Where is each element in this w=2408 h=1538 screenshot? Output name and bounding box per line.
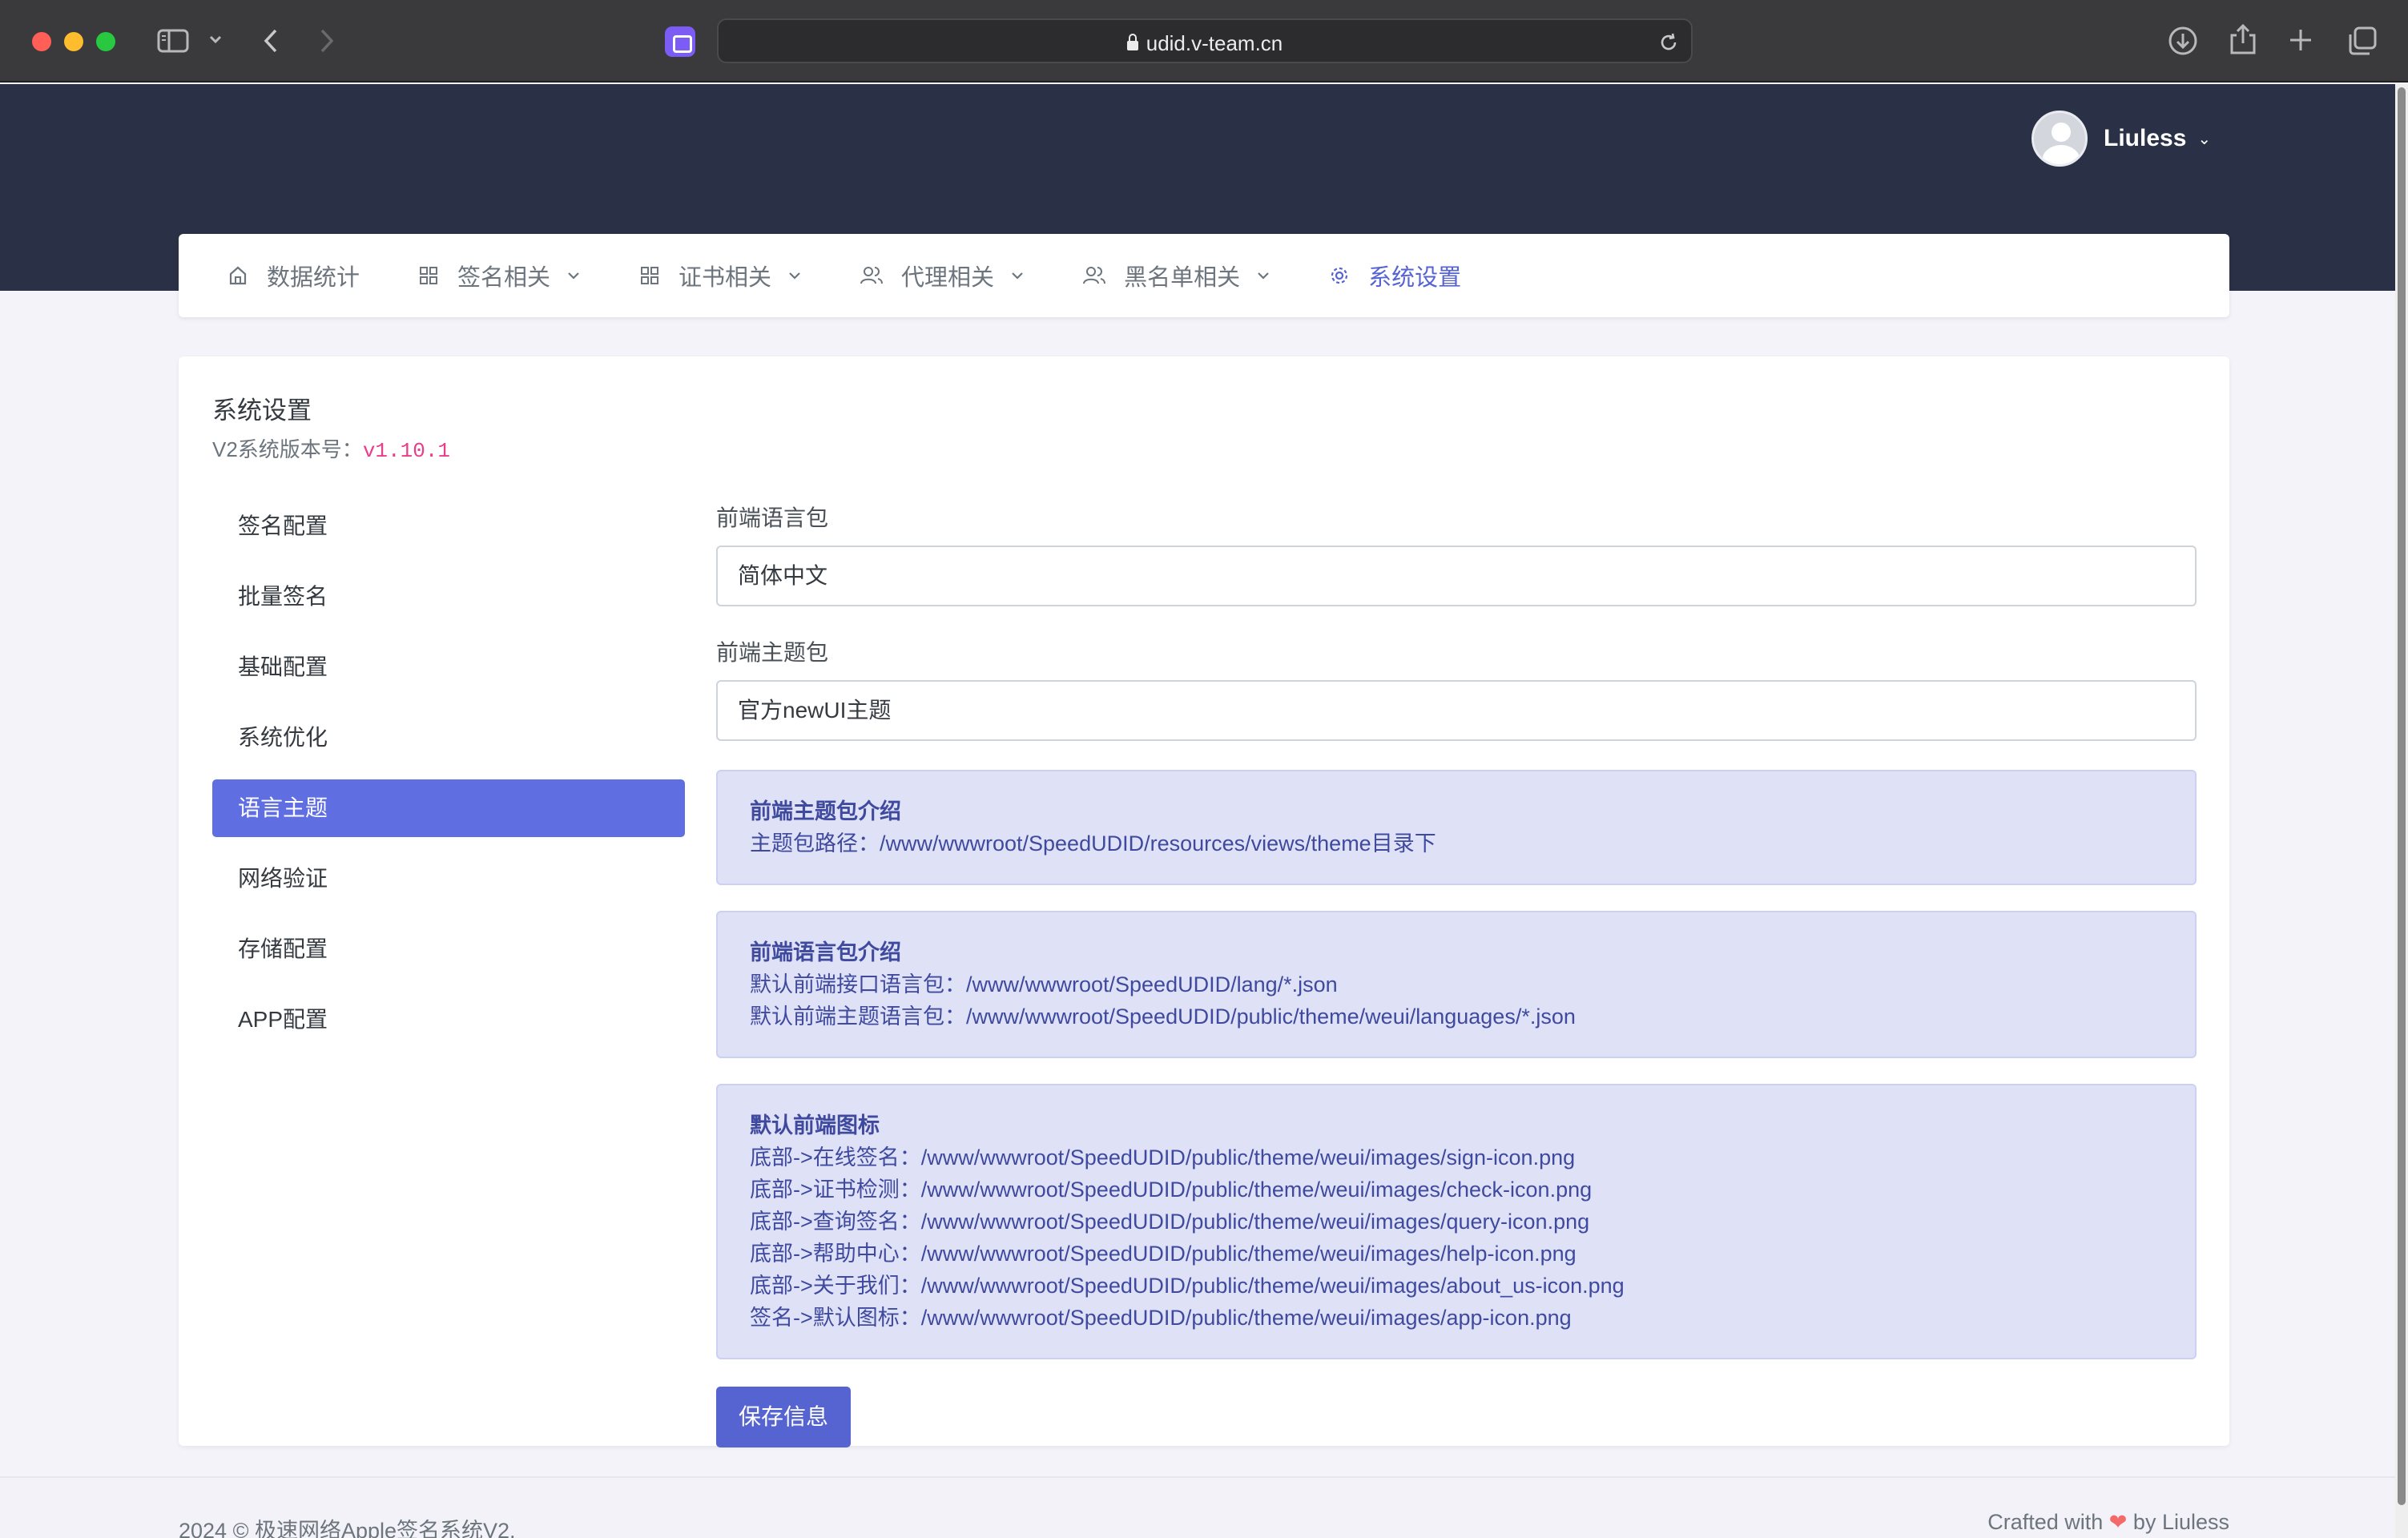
theme-info-box: 前端主题包介绍 主题包路径：/www/wwwroot/SpeedUDID/res… xyxy=(716,770,2197,885)
menu-item-sign[interactable]: 签名相关 xyxy=(417,259,581,292)
scrollbar-thumb[interactable] xyxy=(2398,87,2406,1505)
heart-icon: ❤ xyxy=(2108,1510,2128,1534)
info-line: 底部->在线签名：/www/wwwroot/SpeedUDID/public/t… xyxy=(750,1145,1576,1170)
version-info: V2系统版本号：v1.10.1 xyxy=(212,433,450,463)
side-nav-item-app-config[interactable]: APP配置 xyxy=(212,991,685,1049)
info-title: 前端主题包介绍 xyxy=(750,799,901,823)
page-scrollbar[interactable] xyxy=(2395,84,2408,1538)
side-nav-item-storage[interactable]: 存储配置 xyxy=(212,920,685,978)
menu-item-cert[interactable]: 证书相关 xyxy=(638,259,802,292)
settings-nav: 签名配置 批量签名 基础配置 系统优化 语言主题 网络验证 存储配置 APP配置 xyxy=(212,497,685,1061)
chevron-down-icon xyxy=(1010,271,1025,280)
close-window-button[interactable] xyxy=(32,32,51,51)
menu-item-label: 系统设置 xyxy=(1368,265,1462,291)
forward-icon[interactable] xyxy=(317,27,336,54)
extension-icon[interactable] xyxy=(665,26,695,57)
info-line: 底部->关于我们：/www/wwwroot/SpeedUDID/public/t… xyxy=(750,1274,1625,1298)
main-menu: 数据统计 签名相关 证书相关 代理相关 黑名单相关 系统设置 xyxy=(179,234,2229,317)
side-nav-item-language-theme[interactable]: 语言主题 xyxy=(212,779,685,837)
info-line: 默认前端主题语言包：/www/wwwroot/SpeedUDID/public/… xyxy=(750,1005,1576,1029)
menu-item-label: 签名相关 xyxy=(457,265,551,291)
reload-icon[interactable] xyxy=(1657,31,1680,58)
new-tab-icon[interactable] xyxy=(2288,27,2313,53)
gear-icon xyxy=(1328,264,1351,287)
language-pack-label: 前端语言包 xyxy=(716,505,829,530)
maximize-window-button[interactable] xyxy=(96,32,115,51)
grid-icon xyxy=(417,264,440,287)
language-pack-select[interactable]: 简体中文 xyxy=(716,546,2197,606)
info-title: 默认前端图标 xyxy=(750,1113,880,1137)
side-nav-item-batch-sign[interactable]: 批量签名 xyxy=(212,568,685,626)
side-nav-item-network-auth[interactable]: 网络验证 xyxy=(212,850,685,908)
version-label: V2系统版本号： xyxy=(212,437,363,461)
info-title: 前端语言包介绍 xyxy=(750,940,901,964)
menu-item-label: 证书相关 xyxy=(679,265,772,291)
copyright-text: 2024 © 极速网络Apple签名系统V2. xyxy=(179,1519,516,1538)
home-icon xyxy=(227,264,249,287)
side-nav-item-basic-config[interactable]: 基础配置 xyxy=(212,638,685,696)
side-nav-item-optimization[interactable]: 系统优化 xyxy=(212,709,685,767)
page-title: 系统设置 xyxy=(212,397,312,425)
info-line: 底部->证书检测：/www/wwwroot/SpeedUDID/public/t… xyxy=(750,1178,1593,1202)
users-icon xyxy=(860,264,884,287)
menu-item-settings[interactable]: 系统设置 xyxy=(1328,259,1461,292)
browser-toolbar: udid.v-team.cn xyxy=(0,0,2408,83)
menu-item-label: 代理相关 xyxy=(901,265,995,291)
address-bar[interactable]: udid.v-team.cn xyxy=(717,18,1693,63)
menu-item-dashboard[interactable]: 数据统计 xyxy=(227,259,360,292)
menu-item-blacklist[interactable]: 黑名单相关 xyxy=(1082,259,1270,292)
chevron-down-icon xyxy=(566,271,581,280)
chevron-down-icon: ⌄ xyxy=(2197,130,2212,148)
save-button[interactable]: 保存信息 xyxy=(716,1387,851,1447)
menu-item-label: 黑名单相关 xyxy=(1124,265,1241,291)
lock-icon xyxy=(1126,34,1138,50)
chevron-down-icon[interactable] xyxy=(208,34,223,45)
theme-pack-label: 前端主题包 xyxy=(716,640,829,665)
info-line: 默认前端接口语言包：/www/wwwroot/SpeedUDID/lang/*.… xyxy=(750,972,1338,996)
avatar xyxy=(2031,111,2088,167)
theme-pack-select[interactable]: 官方newUI主题 xyxy=(716,680,2197,741)
chevron-down-icon xyxy=(1256,271,1270,280)
info-line: 底部->帮助中心：/www/wwwroot/SpeedUDID/public/t… xyxy=(750,1242,1576,1266)
url-text: udid.v-team.cn xyxy=(1146,31,1283,55)
info-line: 底部->查询签名：/www/wwwroot/SpeedUDID/public/t… xyxy=(750,1210,1590,1234)
side-nav-item-sign-config[interactable]: 签名配置 xyxy=(212,497,685,555)
sidebar-toggle-icon[interactable] xyxy=(157,28,189,54)
footer: 2024 © 极速网络Apple签名系统V2. Crafted with ❤ b… xyxy=(0,1476,2395,1538)
version-value: v1.10.1 xyxy=(362,439,451,463)
grid-icon xyxy=(638,264,661,287)
credit-text: Crafted with ❤ by Liuless xyxy=(1987,1510,2229,1535)
icon-info-box: 默认前端图标 底部->在线签名：/www/wwwroot/SpeedUDID/p… xyxy=(716,1084,2197,1359)
share-icon[interactable] xyxy=(2229,22,2257,56)
download-icon[interactable] xyxy=(2168,26,2198,56)
language-theme-form: 前端语言包 简体中文 前端主题包 官方newUI主题 前端主题包介绍 主题包路径… xyxy=(716,501,2197,1447)
credit-prefix: Crafted with xyxy=(1987,1510,2104,1534)
user-menu[interactable]: Liuless ⌄ xyxy=(2031,111,2211,167)
info-line: 签名->默认图标：/www/wwwroot/SpeedUDID/public/t… xyxy=(750,1306,1572,1330)
menu-item-label: 数据统计 xyxy=(267,265,360,291)
settings-card: 系统设置 V2系统版本号：v1.10.1 签名配置 批量签名 基础配置 系统优化… xyxy=(179,356,2229,1447)
users-icon xyxy=(1082,264,1106,287)
language-info-box: 前端语言包介绍 默认前端接口语言包：/www/wwwroot/SpeedUDID… xyxy=(716,911,2197,1058)
credit-suffix: by Liuless xyxy=(2132,1510,2229,1534)
minimize-window-button[interactable] xyxy=(64,32,83,51)
tabs-overview-icon[interactable] xyxy=(2347,26,2378,56)
back-icon[interactable] xyxy=(261,27,280,54)
menu-item-agent[interactable]: 代理相关 xyxy=(860,259,1025,292)
user-name: Liuless xyxy=(2104,125,2187,151)
info-line: 主题包路径：/www/wwwroot/SpeedUDID/resources/v… xyxy=(750,831,1436,856)
chevron-down-icon xyxy=(787,271,802,280)
